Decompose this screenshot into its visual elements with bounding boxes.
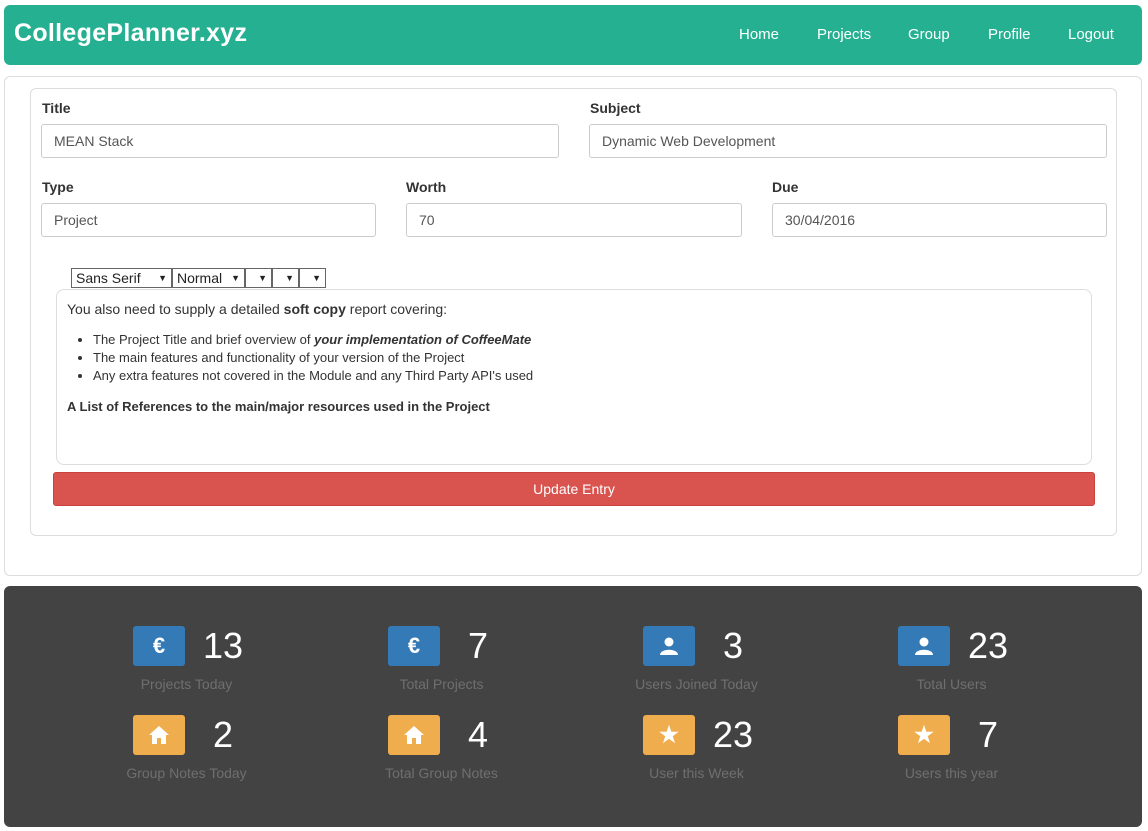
nav-logout[interactable]: Logout (1068, 26, 1114, 43)
toolbar-select-3[interactable]: ▼ (245, 268, 272, 288)
chevron-down-icon: ▼ (231, 273, 240, 283)
user-icon (643, 626, 695, 666)
editor-references: A List of References to the main/major r… (67, 399, 490, 414)
worth-label: Worth (406, 179, 447, 195)
toolbar-select-4[interactable]: ▼ (272, 268, 299, 288)
stat-label: Group Notes Today (126, 765, 247, 781)
stat-users-this-week: ★ 23 User this Week (643, 714, 898, 795)
stat-value: 3 (722, 625, 744, 666)
stat-label: Total Users (916, 676, 987, 692)
stat-label: Projects Today (140, 676, 233, 692)
list-item: The Project Title and brief overview of … (93, 331, 1081, 349)
home-icon (388, 715, 440, 755)
stat-value: 7 (977, 714, 999, 755)
stat-value: 7 (467, 625, 489, 666)
star-icon: ★ (898, 715, 950, 755)
stat-total-projects: € 7 Total Projects (388, 625, 643, 706)
worth-input[interactable]: 70 (406, 203, 742, 237)
title-label: Title (42, 100, 71, 116)
type-input[interactable]: Project (41, 203, 376, 237)
nav-group[interactable]: Group (908, 26, 950, 43)
update-entry-button[interactable]: Update Entry (53, 472, 1095, 506)
chevron-down-icon: ▼ (312, 273, 321, 283)
stat-label: Total Group Notes (385, 765, 498, 781)
edit-entry-form: Title MEAN Stack Subject Dynamic Web Dev… (30, 88, 1117, 536)
nav-home[interactable]: Home (739, 26, 779, 43)
description-editor[interactable]: You also need to supply a detailed soft … (56, 289, 1092, 465)
font-size-value: Normal (177, 270, 223, 286)
chevron-down-icon: ▼ (258, 273, 267, 283)
editor-bullet-list: The Project Title and brief overview of … (67, 331, 1081, 385)
intro-text-end: report covering: (345, 301, 448, 317)
toolbar-select-5[interactable]: ▼ (299, 268, 326, 288)
euro-icon: € (388, 626, 440, 666)
subject-input[interactable]: Dynamic Web Development (589, 124, 1107, 158)
star-icon: ★ (643, 715, 695, 755)
list-item: The main features and functionality of y… (93, 349, 1081, 367)
editor-intro: You also need to supply a detailed soft … (67, 301, 1081, 317)
nav-profile[interactable]: Profile (988, 26, 1031, 43)
intro-bold-text: soft copy (283, 301, 346, 317)
chevron-down-icon: ▼ (285, 273, 294, 283)
stat-value: 13 (202, 625, 244, 666)
due-input[interactable]: 30/04/2016 (772, 203, 1107, 237)
stat-users-joined-today: 3 Users Joined Today (635, 625, 898, 706)
top-navbar: CollegePlanner.xyz Home Projects Group P… (4, 5, 1142, 65)
stat-group-notes-today: 2 Group Notes Today (126, 714, 388, 795)
chevron-down-icon: ▼ (158, 273, 167, 283)
stat-value: 2 (212, 714, 234, 755)
user-icon (898, 626, 950, 666)
stat-label: Users this year (904, 765, 999, 781)
home-icon (133, 715, 185, 755)
font-family-select[interactable]: Sans Serif ▼ (71, 268, 172, 288)
due-label: Due (772, 179, 799, 195)
bullet-emphasis: your implementation of CoffeeMate (314, 332, 532, 347)
font-family-value: Sans Serif (76, 270, 141, 286)
stat-value: 4 (467, 714, 489, 755)
stat-label: Total Projects (399, 676, 484, 692)
nav-projects[interactable]: Projects (817, 26, 871, 43)
stat-value: 23 (712, 714, 754, 755)
stat-projects-today: € 13 Projects Today (133, 625, 388, 706)
type-label: Type (42, 179, 74, 195)
bullet-text: The Project Title and brief overview of (93, 332, 315, 347)
list-item: Any extra features not covered in the Mo… (93, 367, 1081, 385)
brand-logo[interactable]: CollegePlanner.xyz (14, 19, 247, 48)
stat-label: User this Week (649, 765, 744, 781)
stats-panel: € 13 Projects Today € 7 Total Projects 3… (4, 586, 1142, 827)
edit-entry-panel: Title MEAN Stack Subject Dynamic Web Dev… (4, 76, 1142, 576)
stat-label: Users Joined Today (635, 676, 758, 692)
stat-total-users: 23 Total Users (898, 625, 1148, 706)
stat-users-this-year: ★ 7 Users this year (898, 714, 1148, 795)
stat-value: 23 (967, 625, 1009, 666)
font-size-select[interactable]: Normal ▼ (172, 268, 245, 288)
stat-total-group-notes: 4 Total Group Notes (385, 714, 643, 795)
intro-text: You also need to supply a detailed (67, 301, 284, 317)
title-input[interactable]: MEAN Stack (41, 124, 559, 158)
euro-icon: € (133, 626, 185, 666)
subject-label: Subject (590, 100, 641, 116)
